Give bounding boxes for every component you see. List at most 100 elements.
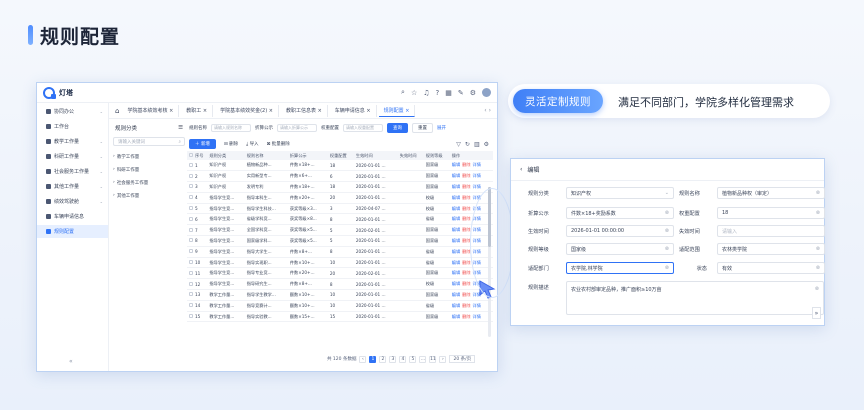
detail-link[interactable]: 详情 (473, 184, 481, 189)
row-checkbox[interactable] (189, 238, 193, 243)
table-row[interactable]: 5 指导学生竞... 指导学生科技... 获奖等级×3... 3 2020-04-07 .… (187, 203, 493, 215)
sidebar-item-3[interactable]: 科研工作量 ⌄ (37, 150, 108, 163)
sidebar-item-1[interactable]: 工作台 (37, 120, 108, 133)
add-button[interactable]: ＋ 新增 (189, 139, 216, 149)
row-checkbox[interactable] (189, 227, 193, 232)
row-checkbox[interactable] (189, 195, 193, 200)
delete-link[interactable]: 删除 (462, 195, 470, 200)
table-row[interactable]: 4 指导学生竞... 指导本科生... 件数×20+... 20 2020-01-01 .… (187, 192, 493, 204)
clear-icon[interactable]: ⊗ (815, 286, 819, 292)
pager-prev[interactable]: ‹ (359, 355, 367, 363)
clear-icon[interactable]: ⊗ (816, 210, 820, 216)
table-row[interactable]: 14 教学工作量... 指导竞赛计... 额数×10+... 10 2020-01-01 … (187, 300, 493, 312)
table-row[interactable]: 1 知识产权 植物新品种... 件数×18+... 18 2020-01-01 ... 国家… (187, 160, 493, 172)
tree-node[interactable]: › 社会服务工作量 (113, 176, 185, 189)
clear-icon[interactable]: ⊗ (665, 228, 669, 234)
edit-link[interactable]: 编辑 (452, 162, 460, 167)
end-input[interactable]: 请输入 (717, 225, 825, 237)
detail-link[interactable]: 详情 (473, 173, 481, 178)
tab-4[interactable]: 车辆申请信息 × (330, 104, 377, 117)
row-checkbox[interactable] (189, 249, 193, 254)
clear-icon[interactable]: ⊗ (665, 265, 669, 271)
close-icon[interactable]: × (169, 108, 173, 114)
clear-icon[interactable]: ⊗ (665, 210, 669, 216)
tool-icon[interactable]: ✎ (458, 89, 464, 97)
delete-link[interactable]: 删除 (462, 162, 470, 167)
expand-panel-button[interactable]: » (812, 307, 821, 319)
dept-input[interactable]: 农学院,林学院 ⊗ (566, 262, 674, 274)
pager-page[interactable]: 5 (409, 355, 417, 363)
sidebar-item-7[interactable]: 车辆申请信息 (37, 210, 108, 223)
edit-link[interactable]: 编辑 (452, 281, 460, 286)
row-checkbox[interactable] (189, 173, 193, 178)
sidebar-item-4[interactable]: 社会服务工作量 ⌄ (37, 165, 108, 178)
sidebar-item-5[interactable]: 其他工作量 ⌄ (37, 180, 108, 193)
edit-link[interactable]: 编辑 (452, 238, 460, 243)
pager-page[interactable]: 2 (379, 355, 387, 363)
settings-icon[interactable]: ⚙ (484, 141, 489, 148)
row-checkbox[interactable] (189, 281, 193, 286)
row-checkbox[interactable] (189, 184, 193, 189)
edit-link[interactable]: 编辑 (452, 270, 460, 275)
edit-link[interactable]: 编辑 (452, 216, 460, 221)
sidebar-item-8[interactable]: 规则配置 (37, 225, 108, 238)
row-checkbox[interactable] (189, 292, 193, 297)
tab-1[interactable]: 教职工 × (181, 104, 214, 117)
column-icon[interactable]: ▥ (474, 141, 480, 148)
edit-link[interactable]: 编辑 (452, 173, 460, 178)
delete-link[interactable]: 删除 (462, 303, 470, 308)
close-icon[interactable]: × (203, 108, 207, 114)
edit-link[interactable]: 编辑 (452, 292, 460, 297)
close-icon[interactable]: × (269, 108, 273, 114)
filter-weight-input[interactable]: 请输入权重配置 (343, 124, 383, 132)
delete-link[interactable]: 删除 (462, 314, 470, 319)
edit-link[interactable]: 编辑 (452, 303, 460, 308)
edit-link[interactable]: 编辑 (452, 249, 460, 254)
filter-formula-input[interactable]: 请输入折算公示 (277, 124, 317, 132)
row-checkbox[interactable] (189, 303, 193, 308)
row-checkbox[interactable] (189, 216, 193, 221)
delete-link[interactable]: 删除 (462, 260, 470, 265)
clear-icon[interactable]: ⊗ (665, 246, 669, 252)
delete-link[interactable]: 删除 (462, 206, 470, 211)
row-checkbox[interactable] (189, 206, 193, 211)
sidebar-item-2[interactable]: 教学工作量 ⌄ (37, 135, 108, 148)
table-row[interactable]: 12 指导学生竞... 指导研究生... 件数×8+... 8 2020-01-01 ..… (187, 278, 493, 291)
start-input[interactable]: 2026-01-01 00:00:00 ⊗ (566, 225, 674, 237)
row-checkbox[interactable] (189, 162, 193, 167)
help-icon[interactable]: ? (436, 89, 440, 97)
close-icon[interactable]: × (318, 108, 322, 114)
category-select[interactable]: 知识产权 ⌄ (566, 187, 674, 199)
import-button[interactable]: ⤓ 导入 (246, 141, 258, 147)
avatar[interactable] (482, 88, 491, 97)
name-input[interactable]: 植物新品种权（审定） ⊗ (717, 187, 825, 199)
tree-node[interactable]: › 科研工作量 (113, 163, 185, 176)
table-row[interactable]: 6 指导学生竞... 省级学科竞... 获奖等级×8... 8 2020-01-01 ..… (187, 213, 493, 226)
table-row[interactable]: 8 指导学生竞... 国家级学科... 获奖等级×5... 5 2020-01-01 ..… (187, 235, 493, 247)
table-row[interactable]: 7 指导学生竞... 全国学科竞... 获奖等级×5... 5 2020-02-01 ..… (187, 224, 493, 237)
search-icon[interactable]: ⌕ (401, 88, 405, 97)
home-icon[interactable]: ⌂ (115, 107, 119, 115)
delete-button[interactable]: ⊟ 删除 (224, 141, 238, 147)
expand-link[interactable]: 展开 (437, 125, 446, 131)
tabs-more-icon[interactable]: ‹ › (484, 107, 491, 114)
export-button[interactable]: ⊠ 批量删除 (267, 141, 290, 147)
tab-3[interactable]: 教职工信息表 × (281, 104, 328, 117)
clear-icon[interactable]: ⊗ (816, 246, 820, 252)
clear-icon[interactable]: ⊗ (816, 265, 820, 271)
tab-0[interactable]: 学院基本绩效考核 × (122, 104, 180, 117)
weight-input[interactable]: 18 ⊗ (717, 207, 825, 219)
select-all-checkbox[interactable] (189, 153, 193, 157)
edit-link[interactable]: 编辑 (452, 195, 460, 200)
delete-link[interactable]: 删除 (462, 270, 470, 275)
filter-icon[interactable]: ▽ (456, 141, 461, 148)
bell-icon[interactable]: ♫ (423, 89, 429, 97)
delete-link[interactable]: 删除 (462, 227, 470, 232)
delete-link[interactable]: 删除 (462, 292, 470, 297)
delete-link[interactable]: 删除 (462, 173, 470, 178)
pager-size-select[interactable]: 20 条/页 (449, 355, 476, 363)
detail-link[interactable]: 详情 (473, 162, 481, 167)
table-row[interactable]: 10 指导学生竞... 指导实现职... 件数×10+... 10 2020-01-01 … (187, 257, 493, 269)
pager-page[interactable]: 3 (389, 355, 397, 363)
table-row[interactable]: 2 知识产权 实用新型专... 件数×6+... 6 2020-01-01 ... 国家级编… (187, 170, 493, 183)
